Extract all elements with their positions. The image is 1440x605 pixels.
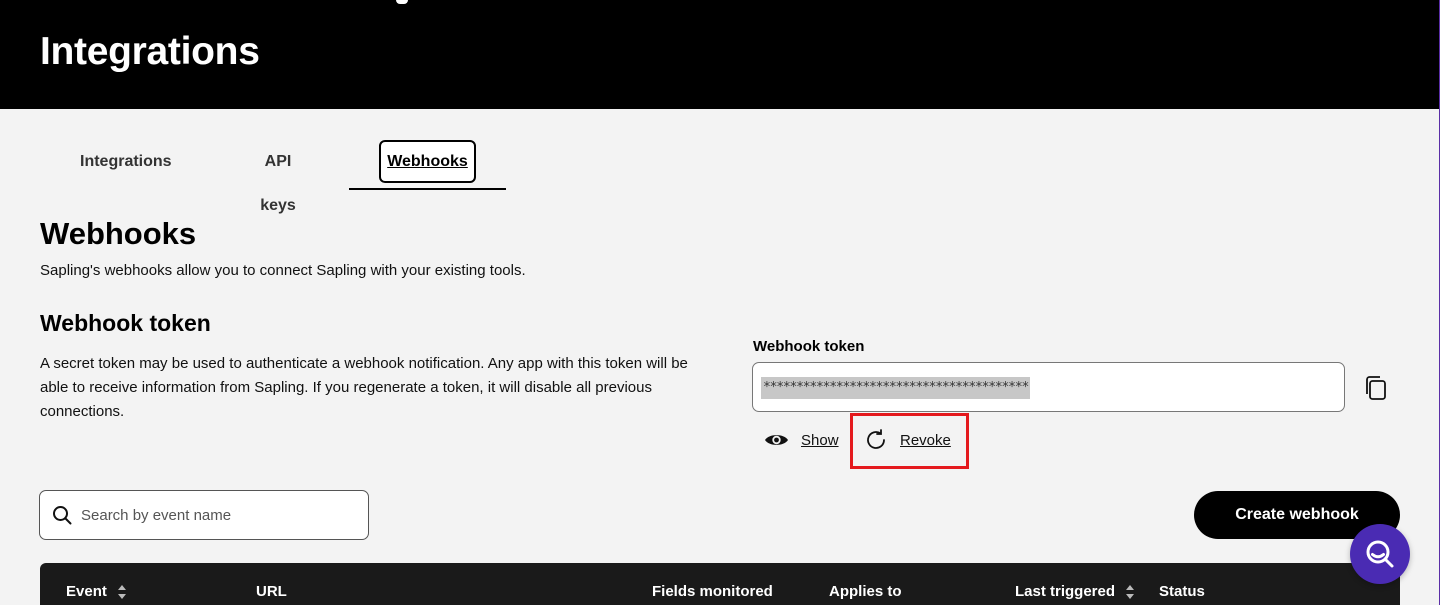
page-header: Integrations	[0, 0, 1440, 109]
copy-token-button[interactable]	[1363, 374, 1389, 402]
section-title: Webhooks	[40, 216, 197, 251]
show-token-button[interactable]: Show	[764, 428, 839, 452]
token-section-title: Webhook token	[40, 310, 211, 336]
column-label: Event	[66, 583, 107, 600]
help-search-button[interactable]	[1350, 524, 1410, 584]
column-header-status: Status	[1159, 583, 1205, 600]
token-field[interactable]: ****************************************	[752, 362, 1345, 412]
column-label: URL	[256, 583, 287, 600]
sort-icon	[1126, 584, 1135, 599]
column-label: Last triggered	[1015, 583, 1116, 600]
column-label: Fields monitored	[652, 583, 773, 600]
copy-icon	[1366, 376, 1386, 400]
tab-webhooks[interactable]: Webhooks	[379, 140, 476, 183]
active-tab-indicator	[349, 188, 506, 190]
search-box[interactable]	[39, 490, 369, 540]
page-title: Integrations	[40, 30, 260, 73]
revoke-highlight-box	[850, 413, 969, 469]
show-label: Show	[801, 431, 839, 449]
window-notch	[396, 0, 408, 4]
column-label: Applies to	[829, 583, 902, 600]
column-header-url: URL	[256, 583, 287, 600]
webhooks-table-header: Event URL Fields monitored Applies to La…	[40, 563, 1400, 605]
tab-integrations[interactable]: Integrations	[80, 140, 172, 184]
column-header-applies-to: Applies to	[829, 583, 902, 600]
help-search-icon	[1366, 540, 1394, 568]
column-label: Status	[1159, 583, 1205, 600]
token-description: A secret token may be used to authentica…	[40, 355, 688, 420]
column-header-event[interactable]: Event	[66, 583, 127, 600]
section-description: Sapling's webhooks allow you to connect …	[40, 262, 526, 279]
tab-bar: Integrations API keys Webhooks	[40, 132, 520, 214]
tab-api-keys[interactable]: API keys	[247, 140, 309, 214]
eye-icon	[765, 435, 788, 445]
token-field-label: Webhook token	[753, 338, 865, 355]
column-header-last-triggered[interactable]: Last triggered	[1015, 583, 1135, 600]
search-input[interactable]	[81, 506, 341, 524]
column-header-fields-monitored: Fields monitored	[652, 583, 773, 600]
search-icon	[53, 506, 72, 525]
sort-icon	[117, 584, 126, 599]
token-masked-value[interactable]: ****************************************	[761, 377, 1031, 399]
